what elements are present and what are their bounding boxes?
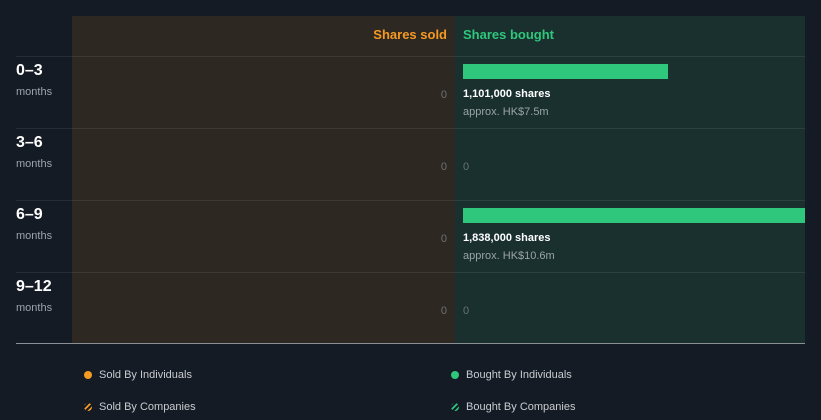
- period-range: 9–12: [16, 278, 52, 295]
- legend-label: Bought By Companies: [466, 401, 576, 413]
- period-label: 9–12 months: [16, 278, 52, 314]
- period-label: 0–3 months: [16, 62, 52, 98]
- legend-sold-individuals[interactable]: Sold By Individuals: [84, 369, 192, 381]
- green-hatched-icon: [451, 403, 459, 411]
- sold-panel: [72, 16, 455, 343]
- bought-shares-label: 1,838,000 shares: [463, 232, 551, 244]
- period-label: 6–9 months: [16, 206, 52, 242]
- orange-dot-icon: [84, 371, 92, 379]
- sold-value-label: 0: [440, 89, 447, 101]
- period-range: 6–9: [16, 206, 43, 223]
- legend-sold-companies[interactable]: Sold By Companies: [84, 401, 196, 413]
- bought-shares-label: 1,101,000 shares: [463, 88, 551, 100]
- legend-bought-individuals[interactable]: Bought By Individuals: [451, 369, 572, 381]
- bought-value-label: 0: [463, 161, 470, 173]
- bought-approx-label: approx. HK$7.5m: [463, 106, 549, 118]
- sold-value-label: 0: [440, 305, 447, 317]
- legend-bought-companies[interactable]: Bought By Companies: [451, 401, 575, 413]
- legend-label: Bought By Individuals: [466, 369, 572, 381]
- period-range: 0–3: [16, 62, 43, 79]
- x-axis-line: [16, 343, 805, 344]
- period-unit: months: [16, 230, 53, 242]
- bought-approx-label: approx. HK$10.6m: [463, 250, 555, 262]
- period-range: 3–6: [16, 134, 43, 151]
- row-divider: [16, 200, 805, 201]
- row-divider: [16, 128, 805, 129]
- period-unit: months: [16, 158, 53, 170]
- row-divider: [16, 272, 805, 273]
- orange-hatched-icon: [84, 403, 92, 411]
- bought-value-label: 0: [463, 305, 470, 317]
- period-unit: months: [16, 302, 53, 314]
- shares-bought-header: Shares bought: [463, 27, 555, 42]
- period-unit: months: [16, 86, 53, 98]
- legend-label: Sold By Companies: [99, 401, 196, 413]
- legend-label: Sold By Individuals: [99, 369, 192, 381]
- sold-value-label: 0: [440, 161, 447, 173]
- bought-bar: [463, 208, 805, 223]
- row-divider: [16, 56, 805, 57]
- shares-sold-header: Shares sold: [373, 27, 447, 42]
- sold-value-label: 0: [440, 233, 447, 245]
- bought-bar: [463, 64, 668, 79]
- green-dot-icon: [451, 371, 459, 379]
- period-label: 3–6 months: [16, 134, 52, 170]
